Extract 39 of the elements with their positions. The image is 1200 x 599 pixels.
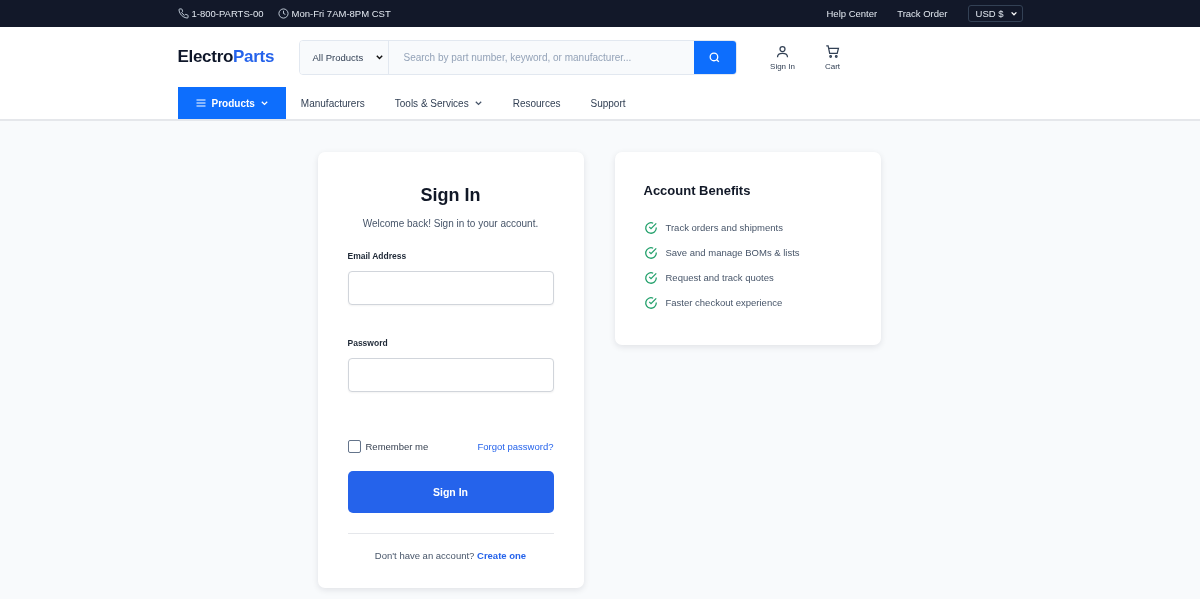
- phone-text: 1-800-PARTS-00: [177, 8, 264, 19]
- nav-tab[interactable]: Manufacturers: [285, 87, 380, 119]
- nav-tab[interactable]: Resources: [497, 87, 576, 119]
- password-field[interactable]: [347, 358, 554, 392]
- check-circle-icon: [643, 295, 658, 310]
- email-field[interactable]: [347, 271, 554, 305]
- clock-icon: [277, 8, 289, 19]
- nav-tab[interactable]: Support: [575, 87, 641, 119]
- check-circle-icon: [643, 245, 658, 260]
- cart-button[interactable]: Cart: [814, 43, 851, 71]
- nav-tab[interactable]: Tools & Services: [379, 87, 498, 119]
- logo[interactable]: ElectroParts: [177, 47, 299, 67]
- caret-icon: [1009, 9, 1018, 18]
- create-account-prompt: Don't have an account? Create one: [373, 550, 528, 561]
- sign-in-submit-button[interactable]: Sign In: [347, 471, 554, 513]
- benefit-text: Faster checkout experience: [665, 297, 783, 308]
- currency-select[interactable]: USD $: [967, 5, 1023, 22]
- sign-in-button[interactable]: Sign In: [764, 43, 801, 71]
- menu-icon: [194, 97, 207, 109]
- check-circle-icon: [643, 270, 658, 285]
- field-label: Email Address: [347, 251, 408, 261]
- nav-tab[interactable]: Products: [177, 87, 286, 119]
- sign-in-title: Sign In: [419, 185, 482, 206]
- hours-text: Mon-Fri 7AM-8PM CST: [277, 8, 391, 19]
- benefit-text: Request and track quotes: [665, 272, 774, 283]
- phone-icon: [177, 8, 189, 19]
- create-account-link[interactable]: Create one: [477, 550, 527, 561]
- forgot-password-link[interactable]: Forgot password?: [477, 441, 554, 452]
- top-link[interactable]: Help Center: [826, 8, 878, 19]
- benefit-text: Track orders and shipments: [665, 222, 783, 233]
- benefits-title: Account Benefits: [643, 183, 752, 198]
- cart-icon: [825, 43, 840, 59]
- field-label: Password: [347, 338, 389, 348]
- benefit-text: Save and manage BOMs & lists: [665, 247, 800, 258]
- top-link[interactable]: Track Order: [897, 8, 948, 19]
- user-icon: [775, 43, 790, 59]
- check-circle-icon: [643, 220, 658, 235]
- remember-me-checkbox[interactable]: Remember me: [347, 440, 429, 453]
- sign-in-subtitle: Welcome back! Sign in to your account.: [361, 218, 540, 229]
